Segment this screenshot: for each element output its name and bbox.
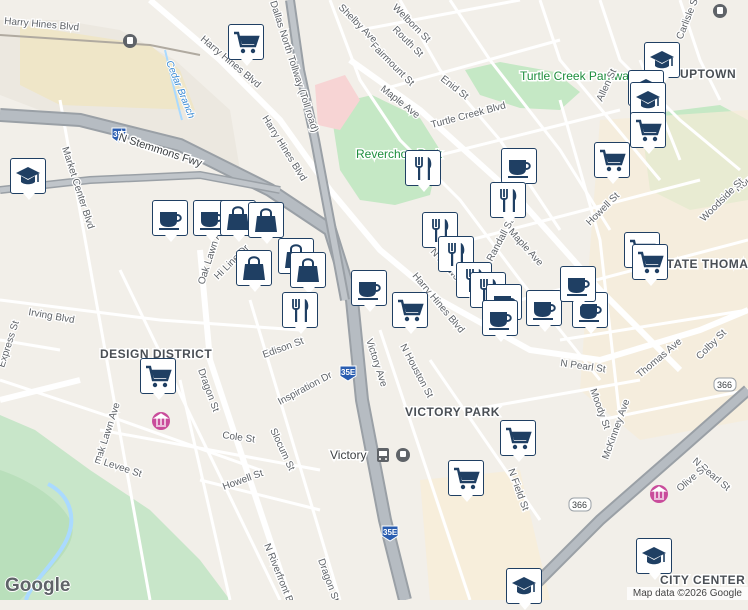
store-marker[interactable] <box>290 252 326 294</box>
coffee-cup-icon <box>489 312 512 330</box>
svg-text:35E: 35E <box>383 528 398 537</box>
train-station-icon[interactable] <box>123 34 137 48</box>
cafe-marker[interactable] <box>501 148 537 190</box>
restaurant-marker[interactable] <box>282 292 318 334</box>
fork-knife-icon <box>292 299 309 322</box>
cafe-marker[interactable] <box>526 290 562 332</box>
train-station-icon[interactable] <box>713 4 727 18</box>
svg-text:366: 366 <box>717 380 732 390</box>
fork-knife-icon <box>415 157 432 180</box>
highway-shield: 366 <box>568 497 592 512</box>
shopping-marker[interactable] <box>632 244 668 286</box>
shopping-bag-icon <box>255 208 277 232</box>
shopping-cart-icon <box>234 31 260 54</box>
education-icon <box>512 577 536 595</box>
store-marker[interactable] <box>236 250 272 292</box>
train-station-icon[interactable] <box>377 448 389 462</box>
shopping-cart-icon <box>638 251 664 274</box>
shopping-cart-icon <box>454 467 480 490</box>
shopping-cart-icon <box>506 427 532 450</box>
education-icon <box>636 91 660 109</box>
svg-text:35E: 35E <box>341 368 356 377</box>
shopping-marker[interactable] <box>500 420 536 462</box>
coffee-cup-icon <box>159 212 182 230</box>
shopping-cart-icon <box>146 365 172 388</box>
shopping-marker[interactable] <box>392 292 428 334</box>
cafe-marker[interactable] <box>152 200 188 242</box>
restaurant-marker[interactable] <box>490 182 526 224</box>
coffee-cup-icon <box>358 282 381 300</box>
education-marker[interactable] <box>506 568 542 610</box>
shopping-bag-icon <box>297 258 319 282</box>
map-attribution: Map data ©2026 Google <box>626 587 748 600</box>
fork-knife-icon <box>500 189 517 212</box>
museum-icon[interactable] <box>650 485 668 503</box>
shopping-marker[interactable] <box>594 142 630 184</box>
museum-icon[interactable] <box>152 412 170 430</box>
shopping-marker[interactable] <box>630 112 666 154</box>
highway-shield: 366 <box>713 377 737 392</box>
shopping-marker[interactable] <box>448 460 484 502</box>
shopping-marker[interactable] <box>228 24 264 66</box>
bus-stop-icon[interactable] <box>396 448 410 462</box>
shopping-cart-icon <box>636 119 662 142</box>
coffee-cup-icon <box>567 278 590 296</box>
coffee-cup-icon <box>533 302 556 320</box>
shopping-cart-icon <box>398 299 424 322</box>
area-label: STATE THOMAS <box>658 257 748 271</box>
shopping-cart-icon <box>600 149 626 172</box>
restaurant-marker[interactable] <box>405 150 441 192</box>
area-label: UPTOWN <box>680 67 736 81</box>
education-marker[interactable] <box>636 538 672 580</box>
poi-label: Victory <box>330 448 366 462</box>
cafe-marker[interactable] <box>351 270 387 312</box>
area-label: CITY CENTER DISTRICT <box>660 573 748 587</box>
shopping-bag-icon <box>243 256 265 280</box>
shopping-marker[interactable] <box>140 358 176 400</box>
education-icon <box>642 547 666 565</box>
google-logo: Google <box>5 575 71 596</box>
svg-text:366: 366 <box>572 500 587 510</box>
education-marker[interactable] <box>10 158 46 200</box>
area-label: VICTORY PARK <box>405 405 500 419</box>
cafe-marker[interactable] <box>482 300 518 342</box>
coffee-cup-icon <box>508 160 531 178</box>
cafe-marker[interactable] <box>560 266 596 308</box>
store-marker[interactable] <box>248 202 284 244</box>
education-icon <box>16 167 40 185</box>
